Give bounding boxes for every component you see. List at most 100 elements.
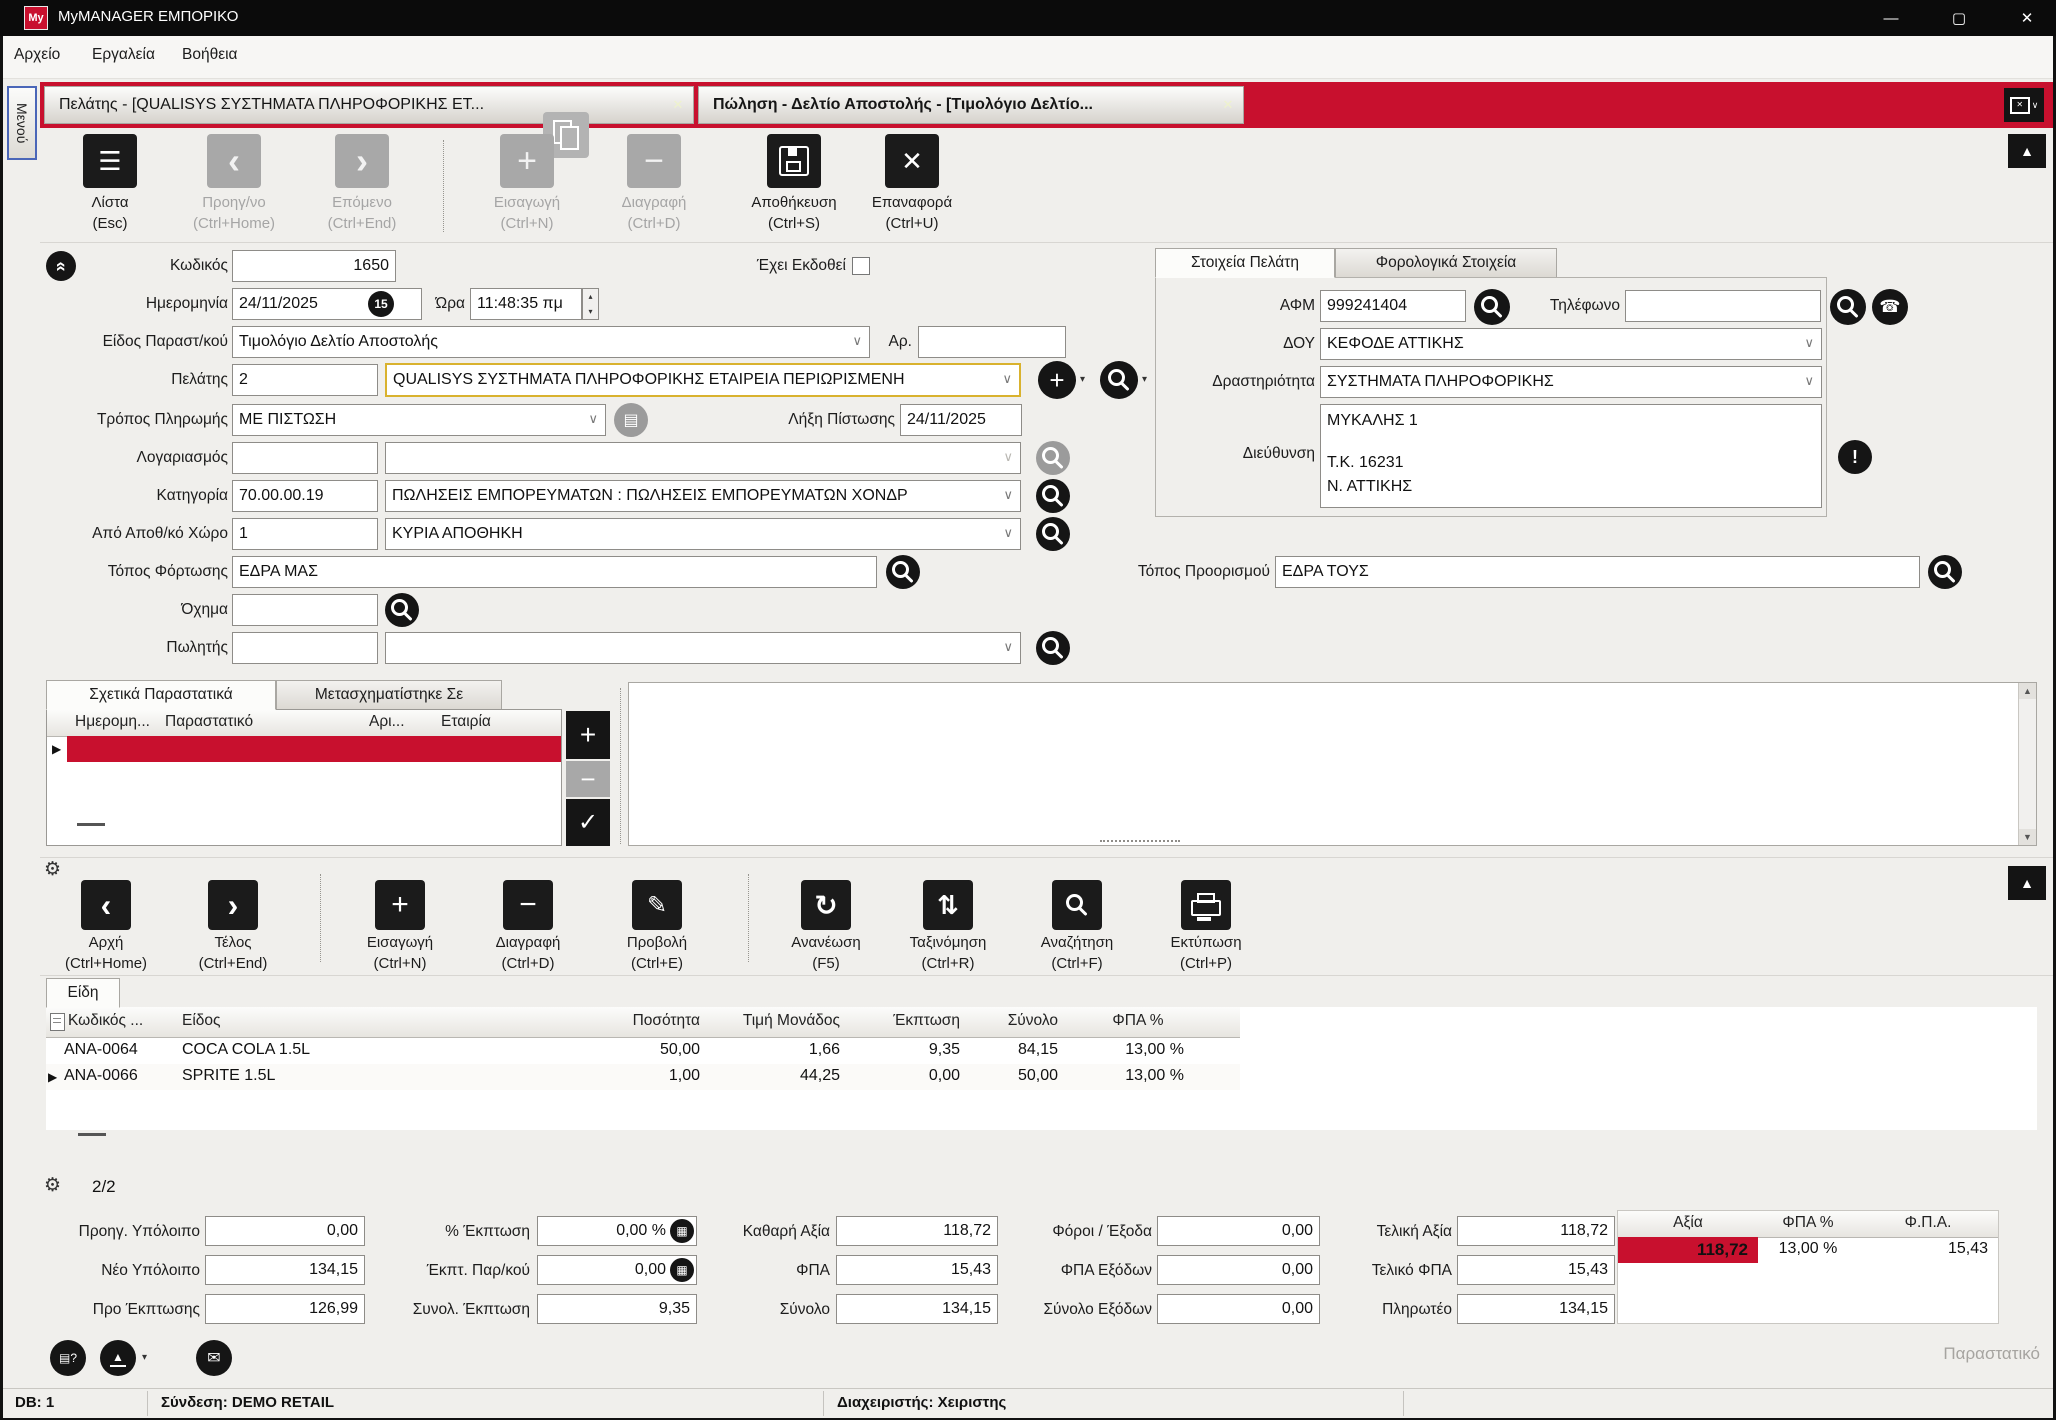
tab-transformed-to[interactable]: Μετασχηματίστηκε Σε [276,680,502,710]
phone-field[interactable] [1625,290,1821,322]
warehouse-name-select[interactable]: ΚΥΡΙΑ ΑΠΟΘΗΚΗ ∨ [385,518,1021,550]
phone-call-icon[interactable]: ☎ [1872,289,1908,325]
search-afm-icon[interactable] [1474,289,1510,325]
tab-tax-details[interactable]: Φορολογικά Στοιχεία [1335,248,1557,278]
customer-name-select[interactable]: QUALISYS ΣΥΣΤΗΜΑΤΑ ΠΛΗΡΟΦΟΡΙΚΗΣ ΕΤΑΙΡΕΙΑ… [385,363,1021,397]
tab-close-icon[interactable]: ✕ [1213,97,1243,113]
tab-list-button[interactable]: ✕ ∨ [2004,88,2044,122]
category-name-select[interactable]: ΠΩΛΗΣΕΙΣ ΕΜΠΟΡΕΥΜΑΤΩΝ : ΠΩΛΗΣΕΙΣ ΕΜΠΟΡΕΥ… [385,480,1021,512]
salesman-code-field[interactable] [232,632,378,664]
payable-field[interactable]: 134,15 [1457,1294,1615,1324]
close-button[interactable]: ✕ [2004,4,2050,32]
last-button[interactable]: › [208,880,258,930]
vat-exp-field[interactable]: 0,00 [1157,1255,1320,1285]
calculator-icon[interactable]: ▦ [670,1258,694,1282]
final-vat-field[interactable]: 15,43 [1457,1255,1615,1285]
final-value-field[interactable]: 118,72 [1457,1216,1615,1246]
delete-button[interactable]: − [627,134,681,188]
warehouse-code-field[interactable]: 1 [232,518,378,550]
total-disc-field[interactable]: 9,35 [537,1294,697,1324]
search-destination-icon[interactable] [1928,555,1962,589]
salesman-name-select[interactable]: ∨ [385,632,1021,664]
add-row-button[interactable]: + [566,711,610,759]
list-button[interactable]: ☰ [83,134,137,188]
minimize-button[interactable]: — [1868,4,1914,32]
scroll-down-icon[interactable]: ▼ [2019,829,2036,845]
time-field[interactable]: 11:48:35 πμ [470,288,582,320]
print-button[interactable] [1181,880,1231,930]
total-field[interactable]: 134,15 [836,1294,998,1324]
selected-empty-row[interactable] [67,736,561,762]
splitter-dots[interactable] [1100,840,1180,842]
address-field[interactable]: ΜΥΚΑΛΗΣ 1 Τ.Κ. 16231 Ν. ΑΤΤΙΚΗΣ [1320,404,1822,508]
search-category-icon[interactable] [1036,479,1070,513]
calculator-icon[interactable]: ▦ [670,1219,694,1243]
notes-scrollbar[interactable]: ▲ ▼ [2018,683,2036,845]
search-customer-icon[interactable] [1100,361,1138,399]
new-balance-field[interactable]: 134,15 [205,1255,365,1285]
table-row[interactable]: ▶ ANA-0066 SPRITE 1.5L 1,00 44,25 0,00 5… [46,1064,1240,1090]
afm-field[interactable]: 999241404 [1320,290,1466,322]
tab-close-icon[interactable]: ✕ [663,97,693,113]
table-row[interactable]: ANA-0064 COCA COLA 1.5L 50,00 1,66 9,35 … [46,1038,1240,1064]
collapse-panel-button[interactable]: ▲ [2008,134,2046,168]
search-loading-place-icon[interactable] [886,555,920,589]
caret-small-icon[interactable]: ▾ [1080,374,1085,385]
splitter-handle[interactable] [77,823,105,826]
account-name-select[interactable]: ∨ [385,442,1021,474]
export-icon[interactable]: ▲ [100,1340,136,1376]
db-info-icon[interactable]: ▤? [50,1340,86,1376]
menu-tools[interactable]: Εργαλεία [92,46,155,64]
vat-field[interactable]: 15,43 [836,1255,998,1285]
account-code-field[interactable] [232,442,378,474]
calendar-icon[interactable]: 15 [368,291,394,317]
vehicle-field[interactable] [232,594,378,626]
payment-select[interactable]: ΜΕ ΠΙΣΤΩΣΗ ∨ [232,404,606,436]
net-field[interactable]: 118,72 [836,1216,998,1246]
remove-row-button[interactable]: − [566,761,610,797]
confirm-row-button[interactable]: ✓ [566,799,610,846]
tab-sale-active[interactable]: Πώληση - Δελτίο Αποστολής - [Τιμολόγιο Δ… [698,86,1244,124]
caret-small-icon[interactable]: ▾ [142,1352,147,1363]
insert-row-button[interactable]: + [375,880,425,930]
refresh-button[interactable]: ↻ [801,880,851,930]
tab-customer[interactable]: Πελάτης - [QUALISYS ΣΥΣΤΗΜΑΤΑ ΠΛΗΡΟΦΟΡΙΚ… [44,86,694,124]
location-pin-icon[interactable]: ! [1838,440,1872,474]
search-phone-icon[interactable] [1830,289,1866,325]
search-button[interactable] [1052,880,1102,930]
tab-customer-details[interactable]: Στοιχεία Πελάτη [1155,248,1335,278]
category-code-field[interactable]: 70.00.00.19 [232,480,378,512]
search-account-icon[interactable] [1036,441,1070,475]
delete-row-button[interactable]: − [503,880,553,930]
caret-small-icon[interactable]: ▾ [1142,374,1147,385]
time-spinner[interactable]: ▴ ▾ [582,288,599,320]
sidebar-menu-tab[interactable]: Μενού [7,86,37,160]
tab-related-documents[interactable]: Σχετικά Παραστατικά [46,680,276,710]
collapse-panel-button[interactable]: ▲ [2008,866,2046,900]
mail-icon[interactable]: ✉ [196,1340,232,1376]
sort-button[interactable]: ⇅ [923,880,973,930]
tab-items[interactable]: Είδη [46,978,120,1008]
code-field[interactable]: 1650 [232,250,396,282]
menu-help[interactable]: Βοήθεια [182,46,238,64]
issued-checkbox[interactable] [852,257,870,275]
credit-due-field[interactable]: 24/11/2025 [900,404,1022,436]
notes-area[interactable]: ▲ ▼ [628,682,2037,846]
taxes-field[interactable]: 0,00 [1157,1216,1320,1246]
insert-button[interactable]: + [500,134,554,188]
search-salesman-icon[interactable] [1036,631,1070,665]
prev-balance-field[interactable]: 0,00 [205,1216,365,1246]
loading-place-field[interactable]: ΕΔΡΑ ΜΑΣ [232,556,877,588]
scroll-up-icon[interactable]: ▲ [2019,683,2036,699]
customer-code-field[interactable]: 2 [232,364,378,396]
activity-select[interactable]: ΣΥΣΤΗΜΑΤΑ ΠΛΗΡΟΦΟΡΙΚΗΣ ∨ [1320,366,1822,398]
doc-type-select[interactable]: Τιμολόγιο Δελτίο Αποστολής ∨ [232,326,870,358]
first-button[interactable]: ‹ [81,880,131,930]
next-button[interactable]: › [335,134,389,188]
destination-field[interactable]: ΕΔΡΑ ΤΟΥΣ [1275,556,1920,588]
save-button[interactable] [767,134,821,188]
doy-select[interactable]: ΚΕΦΟΔΕ ΑΤΤΙΚΗΣ ∨ [1320,328,1822,360]
undo-button[interactable]: ✕ [885,134,939,188]
menu-file[interactable]: Αρχείο [14,46,60,64]
search-warehouse-icon[interactable] [1036,517,1070,551]
